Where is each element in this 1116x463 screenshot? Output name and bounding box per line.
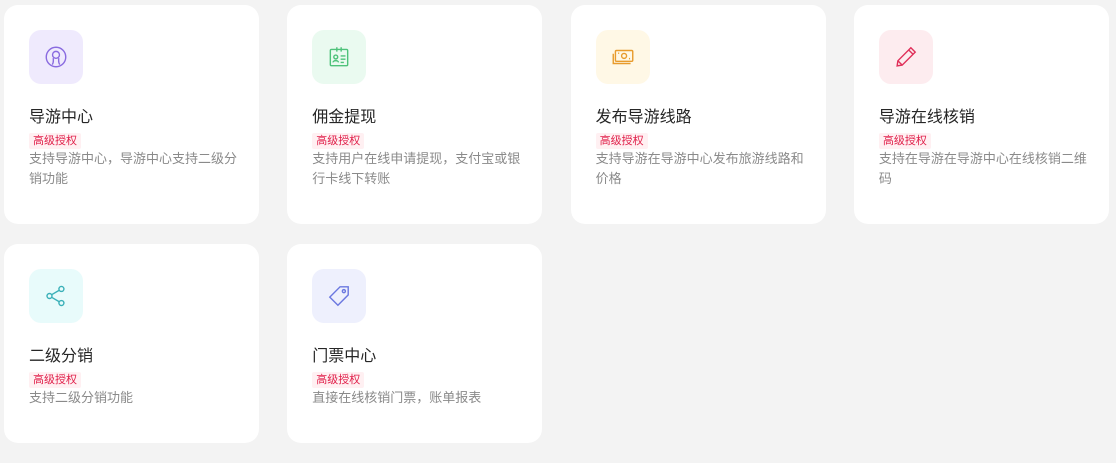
feature-card-guide-center[interactable]: 导游中心 高级授权 支持导游中心，导游中心支持二级分销功能 (4, 5, 259, 224)
license-badge: 高级授权 (312, 372, 365, 388)
feature-card-commission-withdraw[interactable]: 佣金提现 高级授权 支持用户在线申请提现，支付宝或银行卡线下转账 (287, 5, 543, 224)
icon-box (312, 30, 367, 84)
card-description: 支持二级分销功能 (29, 391, 134, 406)
feature-grid: 导游中心 高级授权 支持导游中心，导游中心支持二级分销功能 佣金提现 高级授权 … (4, 5, 1109, 463)
license-badge: 高级授权 (29, 133, 81, 149)
card-title: 导游在线核销 (878, 107, 975, 126)
pencil-icon (896, 46, 917, 67)
card-title: 导游中心 (29, 107, 94, 126)
card-title: 二级分销 (29, 346, 94, 365)
feature-card-online-verify[interactable]: 导游在线核销 高级授权 支持在导游在导游中心在线核销二维码 (853, 5, 1109, 224)
icon-box (29, 30, 83, 84)
card-description: 直接在线核销门票，账单报表 (312, 391, 482, 406)
card-description: 支持导游中心，导游中心支持二级分销功能 (29, 152, 238, 187)
card-description: 支持用户在线申请提现，支付宝或银行卡线下转账 (312, 152, 521, 187)
tag-icon (329, 286, 350, 307)
share-icon (46, 285, 65, 307)
icon-box (312, 269, 367, 323)
license-badge: 高级授权 (312, 133, 365, 149)
card-description: 支持导游在导游中心发布旅游线路和价格 (595, 152, 804, 187)
money-icon (612, 49, 634, 65)
feature-card-publish-route[interactable]: 发布导游线路 高级授权 支持导游在导游中心发布旅游线路和价格 (570, 5, 826, 224)
license-badge: 高级授权 (29, 372, 81, 388)
icon-box (595, 30, 650, 84)
card-title: 发布导游线路 (595, 107, 692, 126)
feature-card-secondary-distribution[interactable]: 二级分销 高级授权 支持二级分销功能 (4, 244, 259, 443)
icon-box (29, 269, 83, 323)
card-title: 门票中心 (312, 346, 377, 365)
license-badge: 高级授权 (878, 133, 931, 149)
feature-card-ticket-center[interactable]: 门票中心 高级授权 直接在线核销门票，账单报表 (287, 244, 543, 443)
card-description: 支持在导游在导游中心在线核销二维码 (878, 152, 1087, 187)
id-card-icon (329, 47, 349, 67)
card-title: 佣金提现 (312, 107, 377, 126)
license-badge: 高级授权 (595, 133, 648, 149)
user-circle-icon (45, 46, 67, 68)
icon-box (878, 30, 933, 84)
